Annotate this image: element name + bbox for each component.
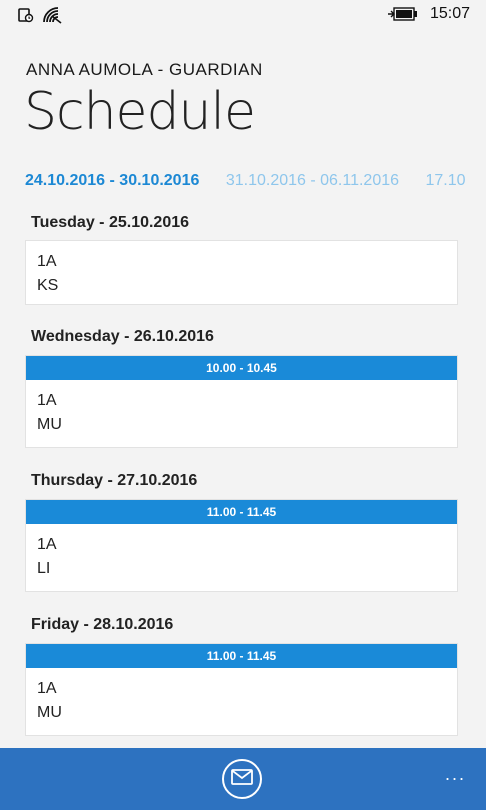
battery-charging-icon (387, 7, 418, 21)
lesson-group: 1A (37, 253, 57, 270)
status-left-icons (18, 6, 62, 29)
wifi-icon (42, 6, 62, 29)
lesson-time-bar: 11.00 - 11.45 (26, 500, 457, 524)
more-button[interactable]: ... (445, 764, 466, 785)
week-pivot: 24.10.2016 - 30.10.2016 31.10.2016 - 06.… (25, 172, 486, 196)
lesson-card[interactable]: 10.00 - 10.45 1A MU (25, 355, 458, 448)
status-time: 15:07 (429, 5, 470, 22)
day-title: Thursday - 27.10.2016 (31, 472, 198, 489)
lesson-time-bar: 11.00 - 11.45 (26, 644, 457, 668)
lesson-subject: LI (37, 560, 51, 577)
lesson-details: 1A MU (26, 668, 457, 725)
notification-icon (18, 6, 34, 29)
lesson-card[interactable]: 11.00 - 11.45 1A LI (25, 499, 458, 592)
lesson-subject: MU (37, 704, 62, 721)
mail-icon (231, 768, 253, 790)
week-tab-current[interactable]: 24.10.2016 - 30.10.2016 (25, 172, 199, 190)
lesson-group: 1A (37, 680, 57, 697)
lesson-card[interactable]: 1A KS (25, 240, 458, 305)
lesson-subject: KS (37, 277, 59, 294)
day-title: Tuesday - 25.10.2016 (31, 214, 190, 231)
account-title: ANNA AUMOLA - GUARDIAN (26, 60, 263, 79)
status-right: 15:07 (387, 5, 470, 23)
lesson-time-bar: 10.00 - 10.45 (26, 356, 457, 380)
day-title: Wednesday - 26.10.2016 (31, 328, 214, 345)
day-title: Friday - 28.10.2016 (31, 616, 174, 633)
lesson-subject: MU (37, 416, 62, 433)
week-tab-next[interactable]: 31.10.2016 - 06.11.2016 (226, 172, 399, 190)
lesson-details: 1A KS (26, 241, 457, 298)
page-title: Schedule (24, 82, 256, 142)
lesson-details: 1A MU (26, 380, 457, 437)
messages-button[interactable] (222, 759, 262, 799)
lesson-group: 1A (37, 392, 57, 409)
lesson-card[interactable]: 11.00 - 11.45 1A MU (25, 643, 458, 736)
week-tab-following[interactable]: 17.10 (425, 172, 465, 190)
lesson-details: 1A LI (26, 524, 457, 581)
app-bar: ... (0, 748, 486, 810)
lesson-group: 1A (37, 536, 57, 553)
status-bar: 15:07 (0, 0, 486, 32)
